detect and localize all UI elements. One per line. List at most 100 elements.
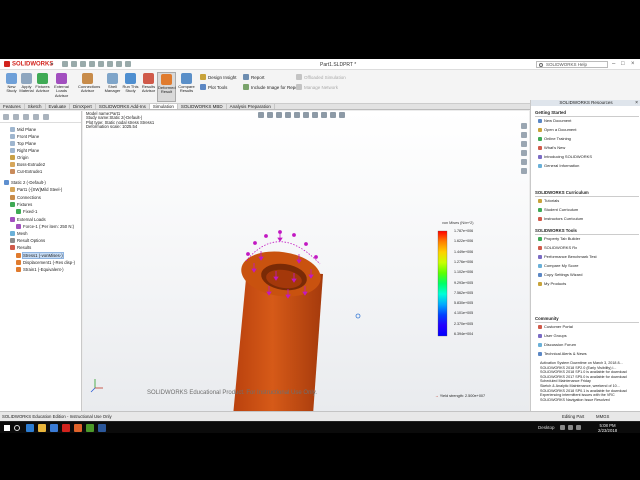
solidworks-logo[interactable]: SOLIDWORKS [4,61,53,68]
tree-item[interactable]: Fixed-1 [16,209,37,214]
tree-item[interactable]: Static 2 (-Default-) [4,180,46,185]
tree-item[interactable]: Origin [10,155,28,160]
news-item[interactable]: SOLIDWORKS 2018 SP2.0 (Early Visibility)… [540,366,634,370]
edge-icon[interactable] [26,424,34,432]
results-advisor-button[interactable]: Results Advisor [139,72,158,102]
news-item[interactable]: Experiencing intermittent issues with th… [540,393,634,397]
resources-link[interactable]: New Document [538,118,638,124]
close-panel-icon[interactable]: × [635,100,638,106]
desktop-toolbar[interactable]: Desktop [538,425,555,430]
connections-advisor-button[interactable]: Connections Advisor [78,72,100,102]
tree-item[interactable]: Fixtures [10,202,32,207]
help-search-input[interactable]: SOLIDWORKS Help [536,61,608,68]
news-item[interactable]: Scheduled Maintenance Friday [540,379,634,383]
tree-item[interactable]: Boss-Extrude2 [10,162,45,167]
new-file-icon[interactable] [62,61,68,67]
stressed-tube[interactable] [231,247,324,411]
design-insight-button[interactable]: Design Insight [200,74,237,80]
network-icon[interactable] [560,425,565,430]
resources-link[interactable]: Copy Settings Wizard [538,272,638,278]
resources-link[interactable]: General Information [538,163,638,169]
deformed-result-button[interactable]: Deformed Result [157,72,176,102]
resources-link[interactable]: Online Training [538,136,638,142]
tab-addins[interactable]: SOLIDWORKS Add-Ins [96,104,150,109]
news-item[interactable]: Activation System Downtime on March 3, 2… [540,361,634,365]
report-button[interactable]: Report [243,74,265,80]
minimize-icon[interactable]: – [612,61,615,67]
tree-item[interactable]: Displacement1 (-Res disp-) [16,260,75,265]
tree-item[interactable]: Stress1 (-vonMises-) [16,252,64,259]
maximize-icon[interactable]: □ [621,61,625,67]
tree-item[interactable]: Force-1 (:Per item: 250 N:) [16,224,74,229]
save-icon[interactable] [80,61,86,67]
resources-link[interactable]: What's New [538,145,638,151]
menu-arrow-icon[interactable]: ▸ [51,61,54,67]
tab-dimxpert[interactable]: DimXpert [70,104,96,109]
news-item[interactable]: SOLIDWORKS 2018 SP0.1 is available for d… [540,389,634,393]
tree-item[interactable]: External Loads [10,217,46,222]
tree-item[interactable]: Mid Plane [10,127,36,132]
resources-link[interactable]: Compare My Score [538,263,638,269]
resources-link[interactable]: Instructors Curriculum [538,216,638,222]
graphics-area[interactable]: Model name:Part1 Study name:Static 2(-De… [83,111,529,411]
legend-color-bar[interactable] [437,230,448,337]
undo-icon[interactable] [98,61,104,67]
close-icon[interactable]: × [631,61,635,67]
resources-link[interactable]: Open a Document [538,127,638,133]
plot-tools-button[interactable]: Plot Tools [200,84,227,90]
tab-features[interactable]: Features [0,104,25,109]
clock[interactable]: 5:08 PM 2/23/2018 [598,423,617,433]
property-manager-icon[interactable] [13,113,19,120]
external-loads-advisor-button[interactable]: External Loads Advisor [52,72,71,102]
open-file-icon[interactable] [71,61,77,67]
tree-item[interactable]: Strain1 (-Equivalent-) [16,267,64,272]
solidworks-taskbar-icon[interactable] [62,424,70,432]
tree-item[interactable]: Mesh [10,231,28,236]
resources-link[interactable]: Introducing SOLIDWORKS [538,154,638,160]
news-item[interactable]: SOLIDWORKS 2018 SP1.0 is available for d… [540,370,634,374]
file-explorer-icon[interactable] [38,424,46,432]
tree-item[interactable]: Front Plane [10,134,39,139]
resources-link[interactable]: Tutorials [538,198,638,204]
tree-item[interactable]: Right Plane [10,148,39,153]
resources-link[interactable]: User Groups [538,333,638,339]
select-icon[interactable] [107,61,113,67]
tab-evaluate[interactable]: Evaluate [46,104,71,109]
tree-item[interactable]: Result Options [10,238,45,243]
tab-analysis-preparation[interactable]: Analysis Preparation [227,104,275,109]
word-icon[interactable] [98,424,106,432]
news-item[interactable]: SOLIDWORKS 2017 SP5.0 is available for d… [540,375,634,379]
resources-link[interactable]: Technical Alerts & News [538,351,638,357]
tab-simulation[interactable]: Simulation [149,104,178,109]
tree-item[interactable]: Top Plane [10,141,36,146]
resources-link[interactable]: My Products [538,281,638,287]
include-image-for-report-button[interactable]: Include Image for Report [243,84,301,90]
display-manager-icon[interactable] [43,113,49,120]
resources-link[interactable]: Customer Portal [538,324,638,330]
resources-link[interactable]: Student Curriculum [538,207,638,213]
tree-item[interactable]: Results [10,245,31,250]
tree-item[interactable]: Part1 (-[SW]Mild Steel-) [10,187,62,192]
options-icon[interactable] [125,61,131,67]
resources-link[interactable]: Property Tab Builder [538,236,638,242]
print-icon[interactable] [89,61,95,67]
units-selector[interactable]: MMGS [596,414,609,419]
tree-item[interactable]: Cut-Extrude1 [10,169,42,174]
run-this-study-button[interactable]: Run This Study [121,72,140,102]
rebuild-icon[interactable] [116,61,122,67]
compare-results-button[interactable]: Compare Results [177,72,196,102]
offloaded-simulation-button[interactable]: Offloaded Simulation [296,74,346,80]
powerpoint-icon[interactable] [74,424,82,432]
resources-link[interactable]: Performance Benchmark Test [538,254,638,260]
fixtures-advisor-button[interactable]: Fixtures Advisor [33,72,52,102]
dimxpert-manager-icon[interactable] [33,113,39,120]
configuration-manager-icon[interactable] [23,113,29,120]
news-item[interactable]: SOLIDWORKS Navigation Issue Resolved [540,398,634,402]
store-icon[interactable] [50,424,58,432]
tab-sketch[interactable]: Sketch [25,104,46,109]
windows-start-icon[interactable] [4,425,10,431]
news-item[interactable]: Sketch & Analytic Maintenance, weekend o… [540,384,634,388]
feature-manager-icon[interactable] [3,113,9,120]
tree-item[interactable]: Connections [10,195,41,200]
excel-icon[interactable] [86,424,94,432]
